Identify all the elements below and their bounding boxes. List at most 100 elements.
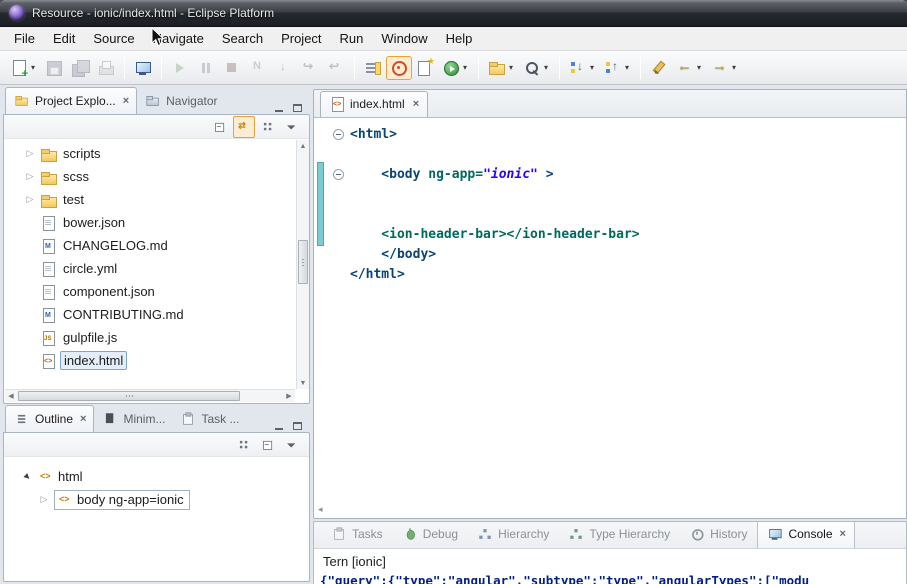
- code-line[interactable]: <html>: [326, 124, 906, 144]
- collapse-all-button[interactable]: [209, 116, 231, 138]
- menu-item-help[interactable]: Help: [437, 28, 482, 49]
- scroll-up-icon[interactable]: [297, 140, 309, 152]
- code-line[interactable]: </html>: [326, 264, 906, 284]
- tree-item-scss[interactable]: scss: [4, 165, 295, 188]
- menu-item-source[interactable]: Source: [84, 28, 143, 49]
- menu-item-run[interactable]: Run: [331, 28, 373, 49]
- dropdown-arrow-icon[interactable]: [695, 63, 703, 72]
- menu-item-file[interactable]: File: [5, 28, 44, 49]
- maximize-view-button[interactable]: [289, 100, 306, 115]
- new-button[interactable]: [6, 56, 41, 80]
- collapsed-twisty-icon[interactable]: [24, 194, 36, 205]
- minimize-view-button[interactable]: [270, 100, 287, 115]
- next-annotation-button[interactable]: [565, 56, 600, 80]
- tree-item-CHANGELOG.md[interactable]: CHANGELOG.md: [4, 234, 295, 257]
- outline-node-body[interactable]: body ng-app=ionic: [4, 488, 309, 511]
- forward-button[interactable]: [707, 56, 742, 80]
- explorer-vertical-scrollbar[interactable]: [296, 140, 309, 389]
- outline-focus-button[interactable]: [233, 434, 255, 456]
- mark-occurrences-button[interactable]: [360, 56, 386, 80]
- code-line[interactable]: <ion-header-bar></ion-header-bar>: [326, 224, 906, 244]
- console-tab-hierarchy[interactable]: Hierarchy: [468, 521, 557, 548]
- new-wizard-button[interactable]: [412, 56, 438, 80]
- scroll-down-icon[interactable]: [297, 377, 309, 389]
- tab-project-explorer[interactable]: Project Explo...: [5, 87, 137, 115]
- close-icon[interactable]: [123, 96, 129, 106]
- console-tab-console[interactable]: Console: [757, 521, 854, 548]
- tree-item-component.json[interactable]: component.json: [4, 280, 295, 303]
- code-line[interactable]: [326, 184, 906, 204]
- dropdown-arrow-icon[interactable]: [623, 63, 631, 72]
- back-button[interactable]: [672, 56, 707, 80]
- console-tab-history[interactable]: History: [680, 521, 755, 548]
- explorer-horizontal-scrollbar[interactable]: [5, 389, 295, 402]
- scrollbar-thumb[interactable]: [298, 240, 308, 284]
- tab-task-list[interactable]: Task ...: [172, 406, 246, 433]
- close-icon[interactable]: [840, 529, 846, 539]
- link-with-editor-button[interactable]: [233, 116, 255, 138]
- dropdown-arrow-icon[interactable]: [588, 63, 596, 72]
- tab-navigator[interactable]: Navigator: [137, 88, 224, 115]
- dropdown-arrow-icon[interactable]: [730, 63, 738, 72]
- search-button[interactable]: [519, 56, 554, 80]
- code-line[interactable]: [326, 204, 906, 224]
- collapsed-twisty-icon[interactable]: [24, 171, 36, 182]
- tree-item-test[interactable]: test: [4, 188, 295, 211]
- md-file-icon: [40, 238, 56, 254]
- tree-item-index.html[interactable]: index.html: [4, 349, 295, 372]
- code-line[interactable]: [326, 144, 906, 164]
- dropdown-arrow-icon[interactable]: [29, 63, 37, 72]
- collapsed-twisty-icon[interactable]: [38, 494, 50, 505]
- menu-item-window[interactable]: Window: [372, 28, 436, 49]
- scroll-left-icon[interactable]: [318, 504, 323, 515]
- editor-tab-index-html[interactable]: index.html: [320, 91, 428, 117]
- open-console-button[interactable]: [130, 56, 156, 80]
- outline-node-box[interactable]: body ng-app=ionic: [54, 490, 190, 510]
- scroll-right-icon[interactable]: [283, 390, 295, 402]
- collapsed-twisty-icon[interactable]: [24, 148, 36, 159]
- view-menu-button[interactable]: [281, 116, 303, 138]
- minimize-view-button[interactable]: [270, 418, 287, 433]
- tab-outline[interactable]: Outline: [5, 405, 94, 433]
- file-file-icon: [40, 215, 56, 231]
- highlight-target-button[interactable]: [386, 56, 412, 80]
- menu-item-navigate[interactable]: Navigate: [144, 28, 213, 49]
- last-edit-location-button[interactable]: [646, 56, 672, 80]
- code-line[interactable]: </body>: [326, 244, 906, 264]
- run-button[interactable]: [438, 56, 473, 80]
- fold-collapse-icon[interactable]: [333, 129, 344, 140]
- fold-collapse-icon[interactable]: [333, 169, 344, 180]
- close-icon[interactable]: [80, 414, 86, 424]
- open-resource-button[interactable]: [484, 56, 519, 80]
- console-tab-type-hierarchy[interactable]: Type Hierarchy: [559, 521, 678, 548]
- scrollbar-thumb[interactable]: [18, 391, 240, 401]
- previous-annotation-button[interactable]: [600, 56, 635, 80]
- outline-view-menu-button[interactable]: [281, 434, 303, 456]
- console-tab-tasks[interactable]: Tasks: [322, 521, 391, 548]
- outline-collapse-all-button[interactable]: [257, 434, 279, 456]
- explorer-tab-bar: Project Explo... Navigator: [3, 89, 310, 115]
- tree-item-scripts[interactable]: scripts: [4, 142, 295, 165]
- dropdown-arrow-icon[interactable]: [461, 63, 469, 72]
- console-tab-debug[interactable]: Debug: [393, 521, 466, 548]
- code-line[interactable]: <body ng-app="ionic" >: [326, 164, 906, 184]
- tree-item-circle.yml[interactable]: circle.yml: [4, 257, 295, 280]
- scroll-left-icon[interactable]: [5, 390, 17, 402]
- dropdown-arrow-icon[interactable]: [507, 63, 515, 72]
- tab-minimap[interactable]: Minim...: [94, 406, 172, 433]
- maximize-view-button[interactable]: [289, 418, 306, 433]
- outline-node-html[interactable]: html: [4, 465, 309, 488]
- tree-item-CONTRIBUTING.md[interactable]: CONTRIBUTING.md: [4, 303, 295, 326]
- console-output[interactable]: {"query":{"type":"angular","subtype":"ty…: [314, 569, 906, 584]
- dropdown-arrow-icon[interactable]: [542, 63, 550, 72]
- menu-item-search[interactable]: Search: [213, 28, 272, 49]
- expanded-twisty-icon[interactable]: [22, 470, 34, 483]
- menu-item-project[interactable]: Project: [272, 28, 330, 49]
- editor-content[interactable]: <html> <body ng-app="ionic" > <ion-heade…: [314, 118, 906, 518]
- tree-item-bower.json[interactable]: bower.json: [4, 211, 295, 234]
- close-icon[interactable]: [413, 99, 419, 109]
- focus-button[interactable]: [257, 116, 279, 138]
- title-bar[interactable]: Resource - ionic/index.html - Eclipse Pl…: [0, 0, 907, 27]
- menu-item-edit[interactable]: Edit: [44, 28, 84, 49]
- tree-item-gulpfile.js[interactable]: gulpfile.js: [4, 326, 295, 349]
